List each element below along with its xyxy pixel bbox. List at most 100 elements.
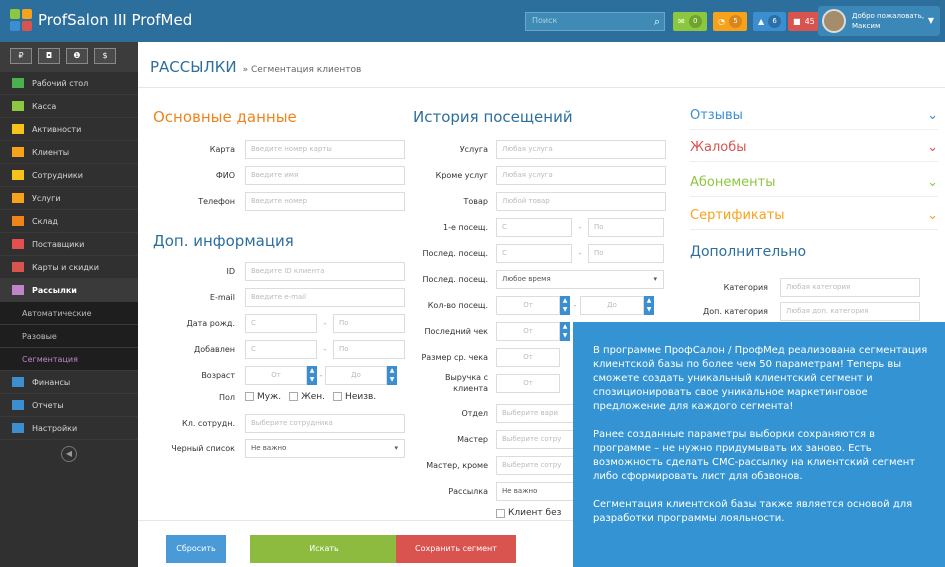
certificates-section[interactable]: Сертификаты ⌄ bbox=[690, 208, 938, 230]
gender-male-checkbox[interactable]: Муж. bbox=[245, 392, 281, 402]
category-select[interactable]: Любая категория bbox=[780, 278, 920, 297]
added-to-input[interactable]: По bbox=[333, 340, 405, 359]
popup-paragraph-3: Сегментация клиентской базы также являет… bbox=[593, 499, 913, 524]
sidebar-item-2[interactable]: Активности bbox=[0, 118, 138, 141]
sidebar-item-14[interactable]: Отчеты bbox=[0, 394, 138, 417]
notifications-button[interactable]: ▲ 6 bbox=[753, 12, 787, 31]
messages-button[interactable]: ✉ 0 bbox=[673, 12, 707, 31]
truck-icon bbox=[12, 239, 24, 249]
email-field[interactable]: Введите e-mail bbox=[245, 288, 405, 307]
sidebar-quick-buttons: ₽ ◘ ❶ $ bbox=[0, 42, 138, 72]
visit-count-from-stepper[interactable]: ▲ ▼ bbox=[560, 296, 570, 315]
sidebar-item-0[interactable]: Рабочий стол bbox=[0, 72, 138, 95]
no-check-checkbox[interactable]: Клиент без bbox=[496, 508, 561, 518]
sidebar-item-9[interactable]: Рассылки bbox=[0, 279, 138, 302]
reviews-section[interactable]: Отзывы ⌄ bbox=[690, 108, 938, 130]
user-name: Максим bbox=[852, 22, 881, 30]
visit-count-label: Кол-во посещ. bbox=[427, 301, 488, 310]
age-from-stepper[interactable]: ▲ ▼ bbox=[307, 366, 317, 385]
id-input[interactable]: Введите ID клиента bbox=[245, 262, 405, 281]
quick-button-4[interactable]: $ bbox=[94, 48, 116, 64]
complaints-section[interactable]: Жалобы ⌄ bbox=[690, 140, 938, 162]
birth-from-input[interactable]: С bbox=[245, 314, 317, 333]
sidebar-item-3[interactable]: Клиенты bbox=[0, 141, 138, 164]
service-input[interactable]: Любая услуга bbox=[496, 140, 666, 159]
last-check-label: Последний чек bbox=[424, 327, 488, 336]
user-icon bbox=[12, 124, 24, 134]
visit-count-to-stepper[interactable]: ▲ ▼ bbox=[644, 296, 654, 315]
avg-check-from[interactable]: От bbox=[496, 348, 560, 367]
sidebar-item-12[interactable]: Сегментация bbox=[0, 348, 138, 371]
breadcrumb: РАССЫЛКИ » Сегментация клиентов bbox=[150, 58, 361, 76]
sidebar-item-10[interactable]: Автоматические bbox=[0, 302, 138, 325]
person-icon bbox=[12, 170, 24, 180]
envelope-icon: ✉ bbox=[678, 17, 685, 26]
sidebar-item-11[interactable]: Разовые bbox=[0, 325, 138, 348]
sidebar-item-label: Услуги bbox=[32, 193, 61, 203]
last-check-from[interactable]: От bbox=[496, 322, 560, 341]
quick-button-2[interactable]: ◘ bbox=[38, 48, 60, 64]
age-from-input[interactable]: От bbox=[245, 366, 307, 385]
gender-unknown-checkbox[interactable]: Неизв. bbox=[333, 392, 376, 402]
gifts-button[interactable]: ■ 45 bbox=[788, 12, 820, 31]
last-visit-period-select[interactable]: Любое время ▾ bbox=[496, 270, 664, 289]
reset-button[interactable]: Сбросить bbox=[166, 535, 226, 563]
gender-label: Пол bbox=[218, 392, 235, 402]
last-check-stepper[interactable]: ▲ ▼ bbox=[560, 322, 570, 341]
age-to-input[interactable]: До bbox=[325, 366, 387, 385]
save-segment-button[interactable]: Сохранить сегмент bbox=[396, 535, 516, 563]
app-title: ProfSalon III ProfMed bbox=[38, 11, 193, 29]
page-title: РАССЫЛКИ bbox=[150, 58, 237, 76]
dop-category-select[interactable]: Любая доп. категория bbox=[780, 302, 920, 321]
fio-input[interactable]: Введите имя bbox=[245, 166, 405, 185]
chevron-down-icon: ⌄ bbox=[927, 175, 938, 190]
additional-title: Дополнительно bbox=[690, 244, 807, 260]
sidebar: ₽ ◘ ❶ $ Рабочий стол Касса Активности Клиен… bbox=[0, 42, 138, 567]
sidebar-item-4[interactable]: Сотрудники bbox=[0, 164, 138, 187]
sidebar-item-8[interactable]: Карты и скидки bbox=[0, 256, 138, 279]
sidebar-item-label: Активности bbox=[32, 124, 82, 134]
sidebar-item-6[interactable]: Склад bbox=[0, 210, 138, 233]
search-input[interactable]: Поиск ⌕ bbox=[525, 12, 665, 31]
tasks-button[interactable]: ◔ 5 bbox=[713, 12, 747, 31]
dop-category-label: Доп. категория bbox=[703, 307, 768, 316]
except-input[interactable]: Любая услуга bbox=[496, 166, 666, 185]
employee-select[interactable]: Выберите сотрудника bbox=[245, 414, 405, 433]
last-visit-to[interactable]: По bbox=[588, 244, 664, 263]
subscriptions-section[interactable]: Абонементы ⌄ bbox=[690, 175, 938, 197]
sidebar-item-5[interactable]: Услуги bbox=[0, 187, 138, 210]
gender-female-checkbox[interactable]: Жен. bbox=[289, 392, 325, 402]
revenue-from[interactable]: От bbox=[496, 373, 560, 393]
sidebar-item-label: Сотрудники bbox=[32, 170, 83, 180]
sidebar-item-13[interactable]: Финансы bbox=[0, 371, 138, 394]
first-visit-to[interactable]: По bbox=[588, 218, 664, 237]
blacklist-select[interactable]: Не важно ▾ bbox=[245, 439, 405, 458]
last-visit-from[interactable]: С bbox=[496, 244, 572, 263]
breadcrumb-sub: » Сегментация клиентов bbox=[242, 65, 362, 75]
user-menu[interactable]: Добро пожаловать, Максим ▼ bbox=[818, 6, 940, 36]
sidebar-item-1[interactable]: Касса bbox=[0, 95, 138, 118]
search-icon[interactable]: ⌕ bbox=[654, 15, 660, 29]
sidebar-item-15[interactable]: Настройки bbox=[0, 417, 138, 440]
sidebar-item-label: Рассылки bbox=[32, 285, 77, 295]
birth-to-input[interactable]: По bbox=[333, 314, 405, 333]
last-visit-label: Послед. посещ. bbox=[422, 249, 488, 258]
search-button[interactable]: Искать bbox=[250, 535, 398, 563]
first-visit-from[interactable]: С bbox=[496, 218, 572, 237]
sidebar-item-label: Настройки bbox=[32, 423, 78, 433]
quick-button-1[interactable]: ₽ bbox=[10, 48, 32, 64]
product-input[interactable]: Любой товар bbox=[496, 192, 666, 211]
quick-button-3[interactable]: ❶ bbox=[66, 48, 88, 64]
user-greeting: Добро пожаловать, bbox=[852, 12, 925, 20]
age-to-stepper[interactable]: ▲ ▼ bbox=[387, 366, 397, 385]
report-icon bbox=[12, 400, 24, 410]
visit-count-to[interactable]: До bbox=[580, 296, 644, 315]
product-label: Товар bbox=[463, 197, 488, 206]
phone-input[interactable]: Введите номер bbox=[245, 192, 405, 211]
added-from-input[interactable]: С bbox=[245, 340, 317, 359]
card-input[interactable]: Введите номер карты bbox=[245, 140, 405, 159]
dollar-icon bbox=[12, 101, 24, 111]
visit-count-from[interactable]: От bbox=[496, 296, 560, 315]
collapse-sidebar-icon[interactable]: ◀ bbox=[61, 446, 77, 462]
sidebar-item-7[interactable]: Поставщики bbox=[0, 233, 138, 256]
